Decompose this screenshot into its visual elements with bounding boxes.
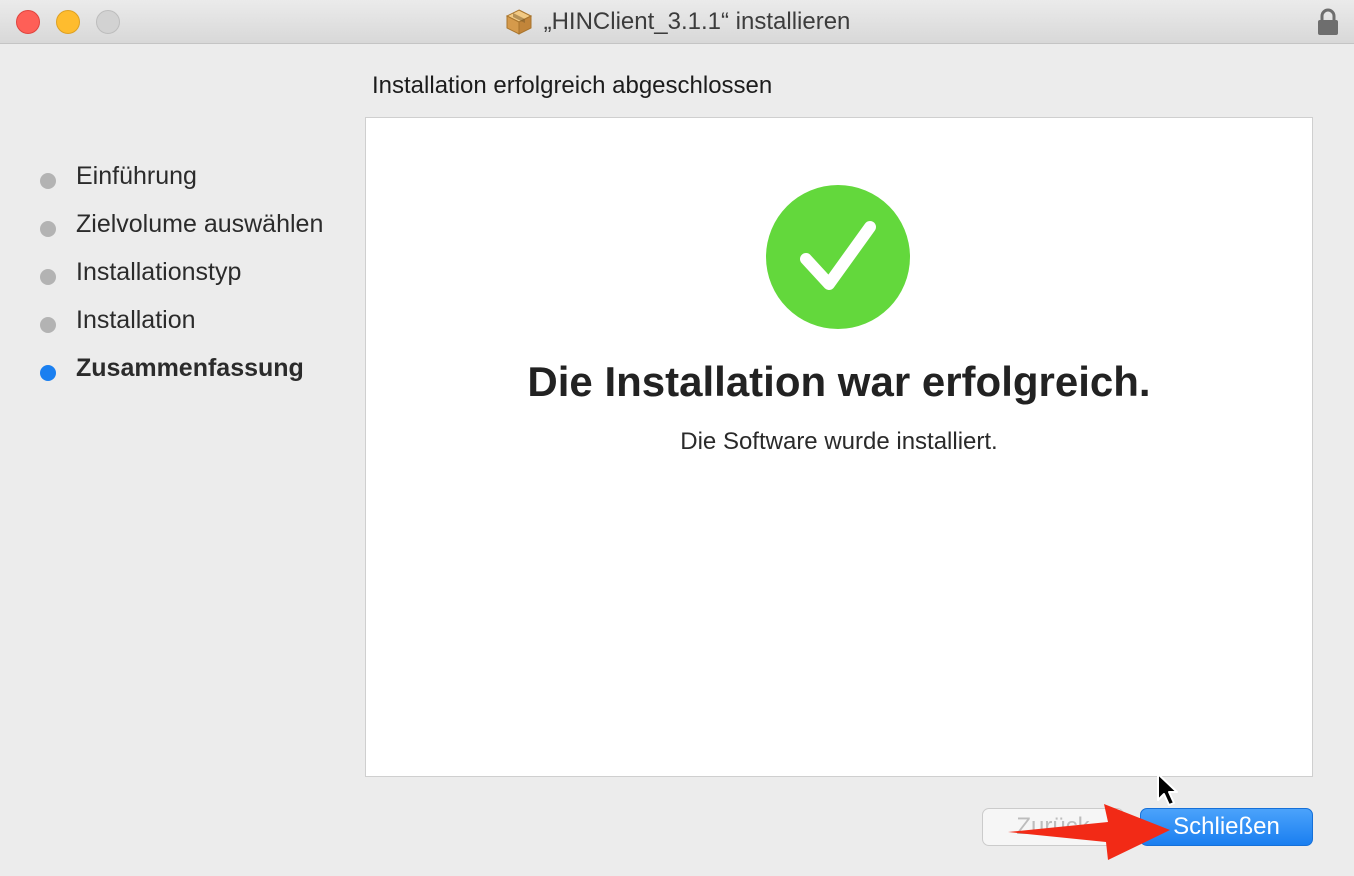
step-dot — [40, 221, 56, 237]
step-dot — [40, 269, 56, 285]
step-installation: Installation — [38, 304, 338, 336]
package-icon — [505, 9, 532, 35]
step-destination: Zielvolume auswählen — [38, 208, 338, 240]
step-label: Zielvolume auswählen — [76, 210, 324, 238]
step-dot — [40, 173, 56, 189]
success-headline: Die Installation war erfolgreich. — [527, 358, 1151, 405]
title-group: „HINClient_3.1.1“ installieren — [0, 0, 1354, 44]
step-dot — [40, 317, 56, 333]
lock-icon — [1318, 8, 1338, 35]
step-label: Zusammenfassung — [76, 354, 304, 382]
red-arrow-icon — [1008, 804, 1170, 860]
mouse-pointer-icon — [1157, 773, 1178, 806]
step-summary: Zusammenfassung — [38, 352, 338, 384]
page-title: Installation erfolgreich abgeschlossen — [372, 72, 773, 99]
step-introduction: Einführung — [38, 160, 338, 192]
step-label: Installation — [76, 306, 196, 334]
success-subtext: Die Software wurde installiert. — [680, 428, 998, 455]
installer-steps: Einführung Zielvolume auswählen Installa… — [38, 160, 338, 400]
checkmark-circle-icon — [766, 185, 910, 329]
step-installation-type: Installationstyp — [38, 256, 338, 288]
title-bar: „HINClient_3.1.1“ installieren — [0, 0, 1354, 44]
window-title: „HINClient_3.1.1“ installieren — [543, 8, 851, 35]
step-dot-active — [40, 365, 56, 381]
step-label: Einführung — [76, 162, 197, 190]
content-panel: Die Installation war erfolgreich. Die So… — [365, 117, 1313, 777]
step-label: Installationstyp — [76, 258, 242, 286]
